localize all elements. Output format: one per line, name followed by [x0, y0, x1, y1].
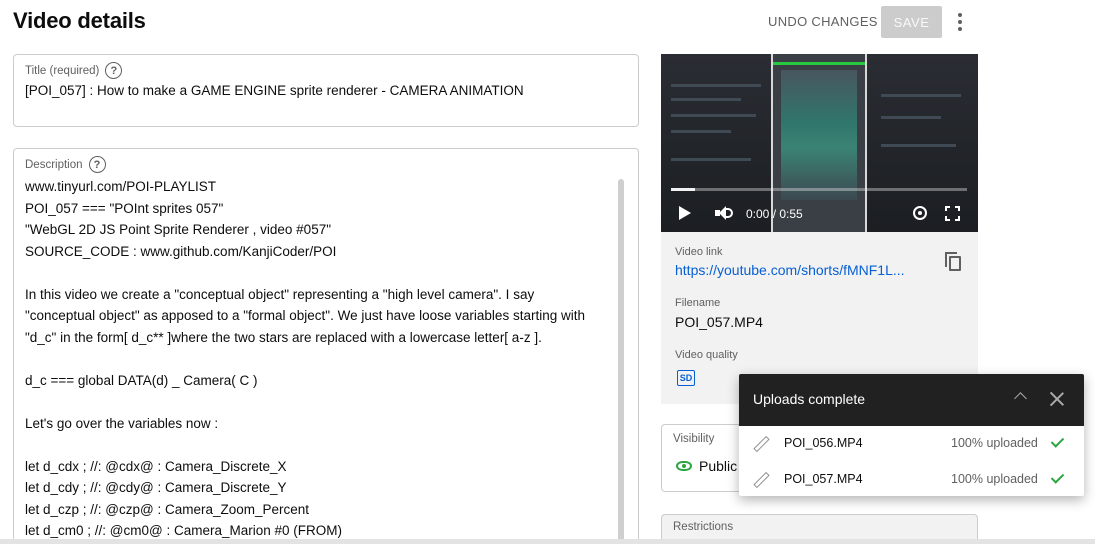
- description-field-label: Description: [25, 158, 83, 171]
- restrictions-label: Restrictions: [673, 521, 734, 533]
- description-line: [25, 434, 610, 456]
- description-line: "WebGL 2D JS Point Sprite Renderer , vid…: [25, 222, 331, 237]
- help-icon[interactable]: ?: [105, 62, 123, 79]
- description-line: www.tinyurl.com/POI-PLAYLIST: [25, 179, 217, 194]
- description-line: POI_057 === "POInt sprites 057": [25, 200, 224, 216]
- video-quality-label: Video quality: [675, 349, 738, 361]
- video-link[interactable]: https://youtube.com/shorts/fMNF1L...: [675, 262, 920, 278]
- volume-icon[interactable]: [715, 205, 733, 221]
- video-player[interactable]: 0:00 / 0:55: [661, 54, 978, 232]
- description-line: let d_czp ; //: @czp@ : Camera_Zoom_Perc…: [25, 501, 310, 517]
- chevron-up-icon[interactable]: [1014, 392, 1027, 405]
- video-progress-fill: [671, 188, 695, 191]
- video-info-panel: 0:00 / 0:55 Video link https://youtube.c…: [661, 54, 978, 404]
- description-line: Let's go over the variables now :: [25, 415, 219, 431]
- uploads-toast: Uploads complete POI_056.MP4 100% upload…: [739, 374, 1084, 496]
- upload-file-name[interactable]: POI_057.MP4: [784, 472, 863, 486]
- eye-icon: [676, 461, 692, 471]
- description-line: [25, 391, 610, 413]
- video-time: 0:00 / 0:55: [746, 207, 803, 221]
- settings-gear-icon[interactable]: [913, 206, 927, 220]
- description-field-label-row: Description ?: [25, 156, 106, 173]
- title-field[interactable]: Title (required) ? [POI_057] : How to ma…: [13, 54, 639, 127]
- upload-row: POI_056.MP4 100% uploaded: [739, 426, 1084, 462]
- visibility-value: Public: [699, 458, 738, 474]
- description-line: [25, 262, 610, 284]
- visibility-label: Visibility: [673, 433, 715, 445]
- description-line: let d_cdx ; //: @cdx@ : Camera_Discrete_…: [25, 458, 287, 474]
- sd-quality-icon: SD: [677, 370, 695, 386]
- title-field-label: Title (required): [25, 64, 100, 77]
- play-icon[interactable]: [679, 206, 691, 220]
- fullscreen-icon[interactable]: [945, 206, 960, 221]
- description-line: SOURCE_CODE : www.github.com/KanjiCoder/…: [25, 243, 337, 259]
- undo-changes-button[interactable]: UNDO CHANGES: [760, 8, 886, 36]
- title-input[interactable]: [POI_057] : How to make a GAME ENGINE sp…: [25, 83, 524, 98]
- upload-file-name[interactable]: POI_056.MP4: [784, 436, 863, 450]
- title-field-label-row: Title (required) ?: [25, 62, 123, 79]
- filename-label: Filename: [675, 297, 721, 309]
- copy-icon[interactable]: [945, 252, 963, 272]
- pencil-edit-icon[interactable]: [754, 472, 768, 486]
- video-thumbnail: [661, 54, 978, 232]
- check-icon: [1050, 470, 1065, 484]
- description-line: let d_cdy ; //: @cdy@ : Camera_Discrete_…: [25, 480, 287, 495]
- description-field[interactable]: Description ? www.tinyurl.com/POI-PLAYLI…: [13, 148, 639, 544]
- toast-title: Uploads complete: [753, 391, 866, 407]
- save-button[interactable]: SAVE: [881, 6, 942, 38]
- page-horizontal-scrollbar[interactable]: [0, 539, 1095, 544]
- description-line: "conceptual object" as apposed to a "for…: [25, 308, 585, 323]
- description-line: "d_c" in the form[ d_c** ]where the two …: [25, 329, 542, 345]
- pencil-edit-icon[interactable]: [754, 436, 768, 450]
- description-scrollbar[interactable]: [618, 179, 624, 544]
- description-line: d_c === global DATA(d) _ Camera( C ): [25, 372, 258, 388]
- upload-status: 100% uploaded: [951, 472, 1038, 486]
- check-icon: [1050, 434, 1065, 448]
- more-vert-icon[interactable]: [948, 9, 972, 35]
- description-line: [25, 348, 610, 370]
- upload-row: POI_057.MP4 100% uploaded: [739, 462, 1084, 496]
- toast-header: Uploads complete: [739, 374, 1084, 426]
- upload-status: 100% uploaded: [951, 436, 1038, 450]
- video-link-label: Video link: [675, 246, 723, 258]
- video-progress-track[interactable]: [671, 188, 967, 191]
- filename-value: POI_057.MP4: [675, 314, 763, 330]
- close-icon[interactable]: [1049, 391, 1065, 407]
- page-title: Video details: [13, 8, 146, 33]
- help-icon[interactable]: ?: [88, 156, 106, 173]
- description-line: In this video we create a "conceptual ob…: [25, 286, 535, 302]
- description-input[interactable]: www.tinyurl.com/POI-PLAYLIST POI_057 === …: [25, 176, 610, 542]
